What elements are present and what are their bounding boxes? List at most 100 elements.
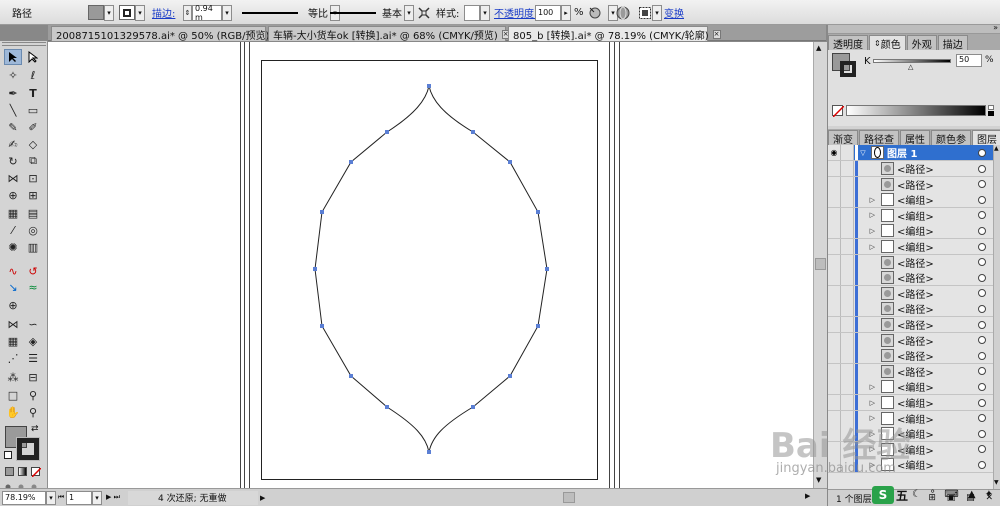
lock-toggle[interactable]: [841, 145, 854, 160]
layer-row[interactable]: <路径>: [828, 363, 993, 380]
scroll-right-icon[interactable]: ▶: [805, 492, 810, 500]
type-tool-icon[interactable]: T: [24, 85, 42, 101]
item-name[interactable]: <路径>: [897, 161, 978, 176]
layers-scrollbar[interactable]: ▲ ▼: [993, 145, 1000, 489]
lock-toggle[interactable]: [841, 379, 854, 395]
blend-tool-icon[interactable]: ◎: [24, 222, 42, 238]
expand-icon[interactable]: ▽: [858, 149, 868, 157]
scroll-down-icon[interactable]: ▼: [994, 479, 999, 486]
visibility-toggle[interactable]: [828, 285, 841, 301]
lock-toggle[interactable]: [841, 285, 854, 301]
target-icon[interactable]: [978, 195, 986, 204]
target-icon[interactable]: [978, 273, 986, 282]
slice-tool-icon[interactable]: ∽: [24, 316, 42, 332]
default-colors-icon[interactable]: [4, 451, 12, 459]
tab-appearance[interactable]: 外观: [906, 35, 937, 51]
crop-area-tool-icon[interactable]: □: [4, 387, 22, 403]
black-swatch[interactable]: [988, 111, 994, 116]
lock-toggle[interactable]: [841, 348, 854, 364]
layer-row[interactable]: ▷ <编组>: [828, 192, 993, 209]
close-icon[interactable]: ×: [712, 29, 721, 39]
lock-toggle[interactable]: [841, 317, 854, 332]
width-tool-icon[interactable]: ⋈: [4, 170, 22, 186]
shape-builder-tool-icon[interactable]: ⊕: [4, 187, 22, 203]
visibility-toggle[interactable]: [828, 270, 841, 286]
lasso-tool-icon[interactable]: ℓ: [24, 67, 42, 83]
lock-toggle[interactable]: [841, 254, 854, 270]
symbol-sprayer-tool-icon[interactable]: ✺: [4, 239, 22, 255]
item-name[interactable]: <编组>: [897, 208, 978, 223]
graphic-style-picker[interactable]: ▾: [464, 4, 490, 21]
color-stroke-swatch[interactable]: [840, 61, 856, 77]
ime-logo-icon[interactable]: S: [872, 486, 894, 504]
target-icon[interactable]: [978, 180, 986, 189]
visibility-toggle[interactable]: [828, 301, 841, 317]
status-menu-icon[interactable]: ▶: [260, 494, 265, 502]
k-value-field[interactable]: 50: [956, 54, 982, 67]
visibility-toggle[interactable]: [828, 223, 841, 239]
item-name[interactable]: <编组>: [897, 192, 978, 207]
target-icon[interactable]: [978, 382, 986, 391]
stroke-weight-value[interactable]: 0.94 m: [192, 4, 222, 22]
target-icon[interactable]: [978, 351, 986, 360]
pen-tool-icon[interactable]: ✒: [4, 85, 22, 101]
target-icon[interactable]: [978, 367, 986, 376]
visibility-toggle[interactable]: [828, 317, 841, 332]
expand-icon[interactable]: ▷: [858, 196, 878, 204]
layer-row[interactable]: <路径>: [828, 176, 993, 193]
hand-tool-icon[interactable]: ✋: [4, 404, 22, 420]
twirl-tool-icon[interactable]: ↺: [24, 263, 42, 279]
zoom-tool-icon[interactable]: ⚲: [24, 404, 42, 420]
layer-row[interactable]: ▷ <编组>: [828, 395, 993, 411]
lock-toggle[interactable]: [841, 161, 854, 176]
opacity-value[interactable]: 100: [535, 4, 561, 21]
layer-row[interactable]: <路径>: [828, 332, 993, 349]
target-icon[interactable]: [978, 164, 986, 173]
white-swatch[interactable]: [988, 105, 994, 110]
layer-row[interactable]: <路径>: [828, 270, 993, 287]
magic-wand-tool-icon[interactable]: ✧: [4, 67, 22, 83]
crosshair-icon[interactable]: ⊕: [4, 297, 22, 313]
next-artboard-icon[interactable]: ▶ ⏭: [102, 491, 124, 505]
selection-tool-icon[interactable]: [4, 49, 22, 65]
paintbrush-tool-icon[interactable]: ✎: [4, 119, 22, 135]
zoom-dropdown-icon[interactable]: ▾: [46, 490, 56, 505]
visibility-toggle[interactable]: [828, 176, 841, 192]
artboard-dropdown-icon[interactable]: ▾: [92, 490, 102, 505]
opacity-link[interactable]: 不透明度:: [494, 4, 537, 21]
target-icon[interactable]: [978, 242, 986, 251]
item-name[interactable]: <编组>: [897, 395, 978, 410]
stroke-color-swatch[interactable]: [16, 437, 40, 461]
target-icon[interactable]: [978, 320, 986, 329]
item-name[interactable]: <路径>: [897, 286, 978, 301]
expand-icon[interactable]: ▷: [858, 227, 878, 235]
k-slider-handle[interactable]: △: [908, 63, 913, 71]
gradient-mode-icon[interactable]: [18, 467, 27, 476]
layer-row[interactable]: ▷ <编组>: [828, 239, 993, 255]
color-spectrum[interactable]: [846, 105, 986, 116]
tab-pathfinder[interactable]: 路径查: [859, 130, 899, 146]
opacity-field[interactable]: 100 ▸ %: [535, 4, 584, 21]
tools-grip[interactable]: [2, 42, 46, 46]
tab-document-2[interactable]: 车辆-大小货车ok [转换].ai* @ 68% (CMYK/预览) ×: [268, 26, 510, 42]
mesh-tool-icon[interactable]: ▦: [4, 205, 22, 221]
item-name[interactable]: <路径>: [897, 255, 978, 270]
target-icon[interactable]: [978, 258, 986, 267]
tab-color-guide[interactable]: 颜色参: [931, 130, 971, 146]
visibility-toggle[interactable]: [828, 239, 841, 254]
lock-toggle[interactable]: [841, 192, 854, 208]
pucker-tool-icon[interactable]: ↘: [4, 279, 22, 295]
tab-transparency[interactable]: 透明度: [828, 35, 868, 51]
layer-row[interactable]: <路径>: [828, 285, 993, 302]
gradient-tool-icon[interactable]: ▤: [24, 205, 42, 221]
layer-row[interactable]: <路径>: [828, 254, 993, 271]
expand-icon[interactable]: ▷: [858, 211, 878, 219]
direct-selection-tool-icon[interactable]: [24, 49, 42, 65]
visibility-toggle[interactable]: [828, 254, 841, 270]
visibility-toggle[interactable]: [828, 363, 841, 379]
visibility-toggle[interactable]: [828, 379, 841, 395]
visibility-toggle[interactable]: [828, 192, 841, 208]
globe-icon[interactable]: [616, 4, 630, 21]
rotate-tool-icon[interactable]: ↻: [4, 153, 22, 169]
artboard-svg[interactable]: [48, 42, 813, 488]
